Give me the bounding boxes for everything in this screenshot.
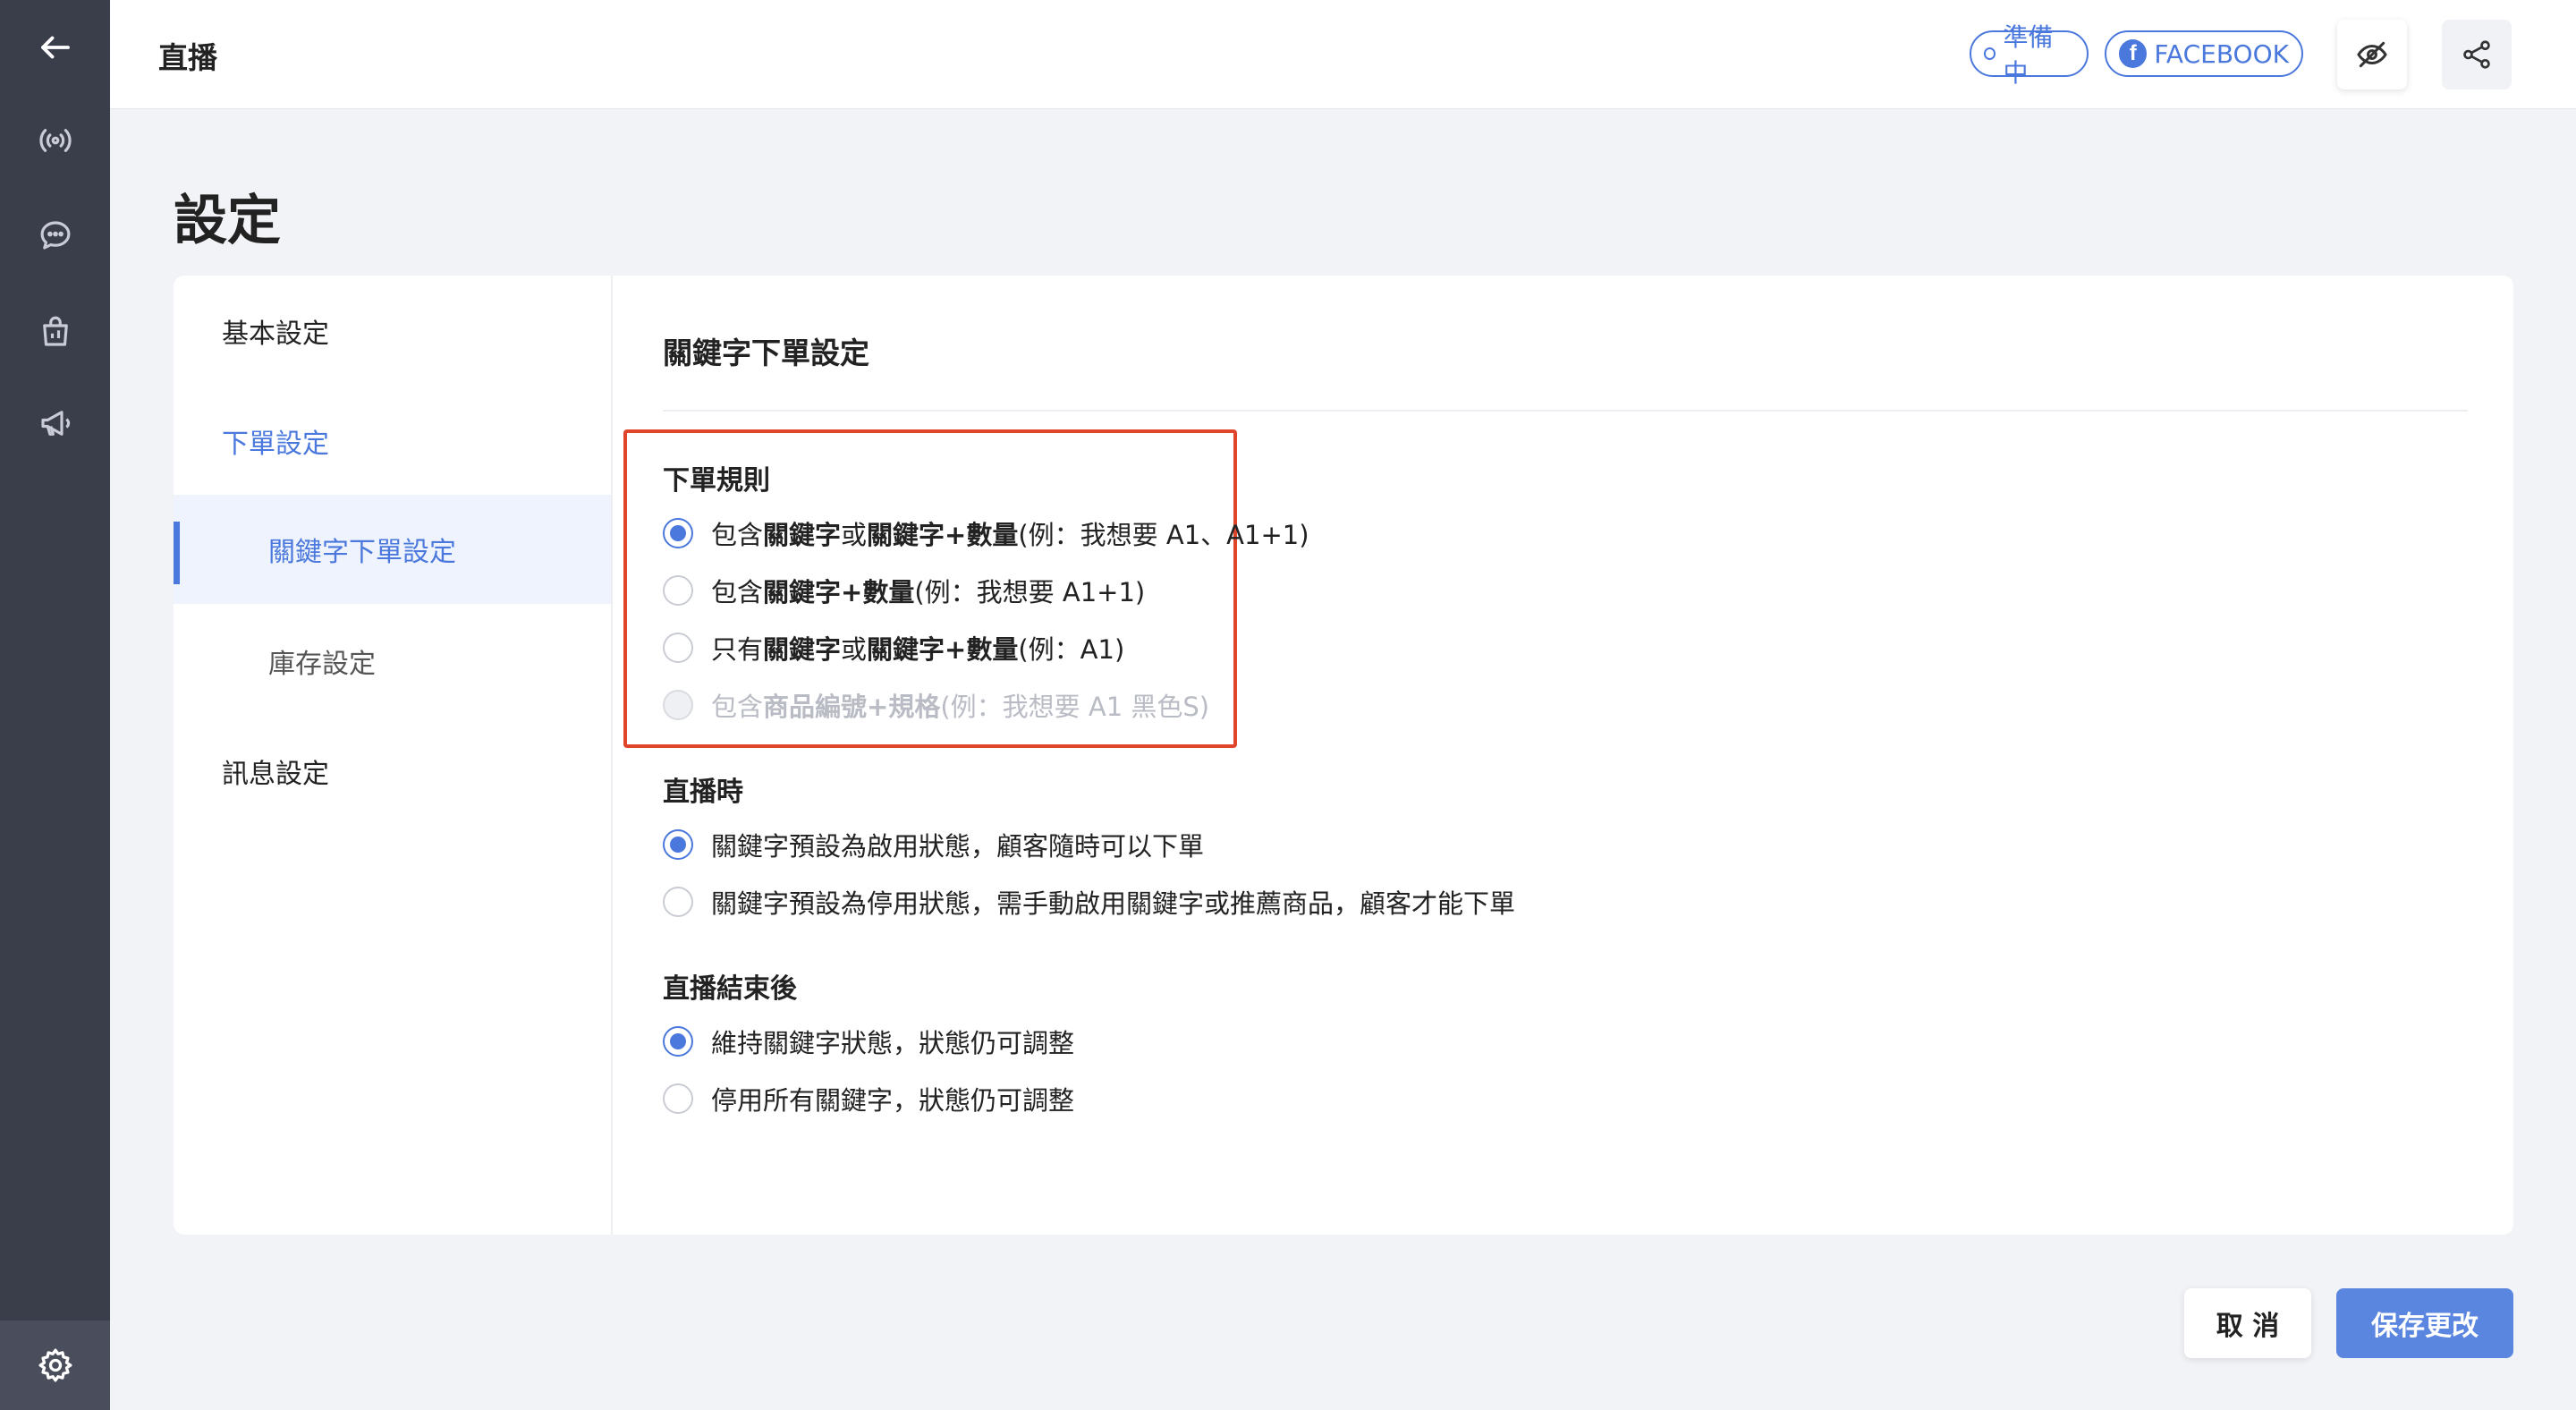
nav-settings[interactable] (0, 1321, 110, 1410)
sidebar-item-keyword-order-settings[interactable]: 關鍵字下單設定 (174, 495, 611, 604)
broadcast-icon (38, 129, 72, 152)
nav-shop[interactable] (0, 292, 110, 372)
after-live-option-1[interactable]: 維持關鍵字狀態，狀態仍可調整 (663, 1024, 1074, 1059)
eye-off-icon (2357, 41, 2387, 68)
header-title: 直播 (158, 40, 217, 75)
sidebar-item-label: 關鍵字下單設定 (268, 537, 456, 568)
order-rule-option-1[interactable]: 包含 關鍵字 或 關鍵字+數量 (例：我想要 A1、A1+1) (663, 515, 1309, 551)
radio-button[interactable] (663, 1026, 693, 1057)
after-live-label: 直播結束後 (663, 973, 797, 1005)
megaphone-icon (40, 411, 70, 436)
order-rule-option-3[interactable]: 只有 關鍵字 或 關鍵字+數量 (例：A1) (663, 630, 1124, 666)
order-rules-label: 下單規則 (663, 465, 770, 497)
nav-marketing[interactable] (0, 383, 110, 463)
settings-card: 基本設定 下單設定 關鍵字下單設定 庫存設定 訊息設定 關鍵字下單設定 下單規則… (174, 276, 2513, 1235)
back-button[interactable] (0, 7, 110, 88)
facebook-icon: f (2119, 39, 2148, 68)
order-rule-option-4: 包含 商品編號+規格 (例：我想要 A1 黑色S) (663, 687, 1209, 723)
during-live-option-2[interactable]: 關鍵字預設為停用狀態，需手動啟用關鍵字或推薦商品，顧客才能下單 (663, 884, 1515, 920)
sidebar-item-basic-settings[interactable]: 基本設定 (174, 276, 611, 386)
settings-content: 關鍵字下單設定 下單規則 包含 關鍵字 或 關鍵字+數量 (例：我想要 A1、A… (613, 276, 2513, 1235)
sidebar-item-order-settings[interactable]: 下單設定 (174, 386, 611, 496)
status-dot-icon (1984, 47, 1996, 60)
radio-button[interactable] (663, 1083, 693, 1114)
radio-button[interactable] (663, 518, 693, 548)
top-header: 直播 準備中 f FACEBOOK (110, 0, 2576, 109)
radio-button (663, 690, 693, 720)
sidebar-item-label: 庫存設定 (268, 649, 376, 680)
left-rail (0, 0, 110, 1410)
section-divider (663, 410, 2468, 412)
page-title: 設定 (174, 190, 281, 252)
settings-sidebar: 基本設定 下單設定 關鍵字下單設定 庫存設定 訊息設定 (174, 276, 613, 1235)
visibility-toggle-button[interactable] (2337, 20, 2407, 89)
platform-label: FACEBOOK (2154, 38, 2289, 69)
sidebar-item-inventory-settings[interactable]: 庫存設定 (174, 607, 611, 716)
platform-badge: f FACEBOOK (2105, 30, 2303, 77)
radio-button[interactable] (663, 829, 693, 860)
sidebar-item-label: 基本設定 (222, 319, 329, 350)
radio-button[interactable] (663, 575, 693, 606)
during-live-label: 直播時 (663, 777, 743, 808)
share-icon (2463, 40, 2490, 69)
arrow-left-icon (40, 36, 70, 59)
share-button[interactable] (2442, 20, 2512, 89)
status-label: 準備中 (2003, 22, 2054, 88)
nav-broadcast[interactable] (0, 100, 110, 181)
order-rule-option-2[interactable]: 包含 關鍵字+數量 (例：我想要 A1+1) (663, 573, 1145, 608)
during-live-option-1[interactable]: 關鍵字預設為啟用狀態，顧客隨時可以下單 (663, 827, 1204, 862)
sidebar-item-message-settings[interactable]: 訊息設定 (174, 717, 611, 826)
save-button[interactable]: 保存更改 (2336, 1288, 2513, 1358)
after-live-option-2[interactable]: 停用所有關鍵字，狀態仍可調整 (663, 1081, 1074, 1117)
radio-button[interactable] (663, 633, 693, 663)
gear-icon (38, 1348, 72, 1382)
nav-chat[interactable] (0, 195, 110, 276)
sidebar-item-label: 下單設定 (222, 429, 329, 460)
section-title: 關鍵字下單設定 (663, 336, 869, 370)
radio-button[interactable] (663, 887, 693, 917)
cancel-button[interactable]: 取 消 (2184, 1288, 2311, 1358)
sidebar-item-label: 訊息設定 (222, 759, 329, 790)
chat-icon (40, 221, 70, 250)
status-badge: 準備中 (1970, 22, 2089, 88)
shopping-bag-icon (42, 316, 68, 346)
